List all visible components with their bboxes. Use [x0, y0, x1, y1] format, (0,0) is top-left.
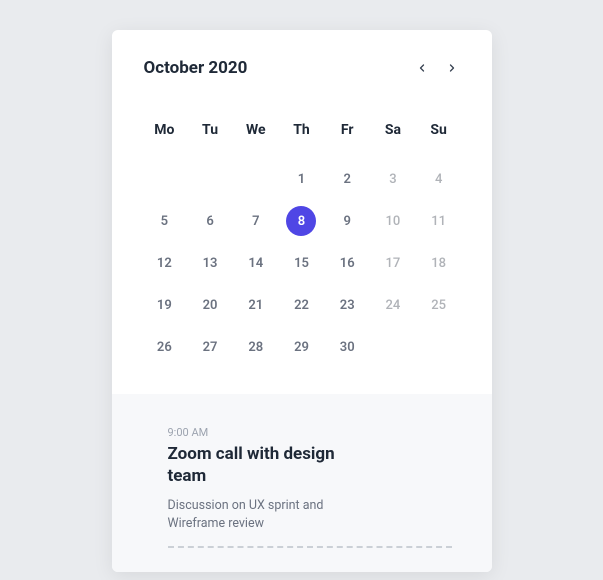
day-cell[interactable]: 3	[372, 164, 414, 194]
day-cell[interactable]: 5	[144, 206, 186, 236]
prev-month-button[interactable]	[416, 61, 428, 75]
day-cell[interactable]: 12	[144, 248, 186, 278]
day-cell[interactable]: 4	[418, 164, 460, 194]
day-of-week-label: Fr	[326, 122, 368, 138]
week-row: 1234	[144, 164, 460, 194]
calendar-grid: MoTuWeThFrSaSu 1234567891011121314151617…	[112, 78, 492, 394]
event-title: Zoom call with design team	[168, 443, 378, 487]
chevron-left-icon	[416, 61, 428, 75]
day-of-week-label: We	[235, 122, 277, 138]
day-cell[interactable]: 8	[286, 206, 316, 236]
day-cell[interactable]: 21	[235, 290, 277, 320]
day-of-week-row: MoTuWeThFrSaSu	[144, 122, 460, 138]
weeks-container: 1234567891011121314151617181920212223242…	[144, 164, 460, 362]
event-time: 9:00 AM	[168, 426, 452, 439]
day-of-week-label: Su	[418, 122, 460, 138]
day-cell[interactable]: 17	[372, 248, 414, 278]
week-row: 2627282930	[144, 332, 460, 362]
day-cell[interactable]: 26	[144, 332, 186, 362]
day-cell[interactable]: 24	[372, 290, 414, 320]
day-cell[interactable]: 29	[281, 332, 323, 362]
day-cell	[144, 164, 186, 194]
month-nav	[416, 61, 460, 75]
next-month-button[interactable]	[446, 61, 458, 75]
week-row: 19202122232425	[144, 290, 460, 320]
day-cell[interactable]: 11	[418, 206, 460, 236]
day-cell[interactable]: 16	[326, 248, 368, 278]
day-cell[interactable]: 18	[418, 248, 460, 278]
day-cell	[189, 164, 231, 194]
day-cell	[372, 332, 414, 362]
day-cell[interactable]: 20	[189, 290, 231, 320]
day-of-week-label: Tu	[189, 122, 231, 138]
week-row: 12131415161718	[144, 248, 460, 278]
week-row: 567891011	[144, 206, 460, 236]
month-year-title: October 2020	[144, 58, 248, 78]
chevron-right-icon	[446, 61, 458, 75]
day-cell[interactable]: 15	[281, 248, 323, 278]
day-cell	[235, 164, 277, 194]
day-cell	[418, 332, 460, 362]
day-cell[interactable]: 28	[235, 332, 277, 362]
day-cell[interactable]: 23	[326, 290, 368, 320]
day-cell[interactable]: 7	[235, 206, 277, 236]
calendar-card: October 2020 MoTuWeThFrSaSu 123456789101…	[112, 30, 492, 572]
day-cell[interactable]: 27	[189, 332, 231, 362]
day-cell[interactable]: 25	[418, 290, 460, 320]
day-cell[interactable]: 1	[281, 164, 323, 194]
day-cell[interactable]: 22	[281, 290, 323, 320]
day-cell[interactable]: 19	[144, 290, 186, 320]
day-cell[interactable]: 10	[372, 206, 414, 236]
day-cell[interactable]: 9	[326, 206, 368, 236]
day-of-week-label: Th	[281, 122, 323, 138]
day-cell[interactable]: 30	[326, 332, 368, 362]
calendar-header: October 2020	[112, 30, 492, 78]
day-cell[interactable]: 2	[326, 164, 368, 194]
day-of-week-label: Mo	[144, 122, 186, 138]
events-panel: 9:00 AM Zoom call with design team Discu…	[112, 394, 492, 572]
day-of-week-label: Sa	[372, 122, 414, 138]
event-description: Discussion on UX sprint and Wireframe re…	[168, 497, 378, 532]
day-cell[interactable]: 13	[189, 248, 231, 278]
day-cell[interactable]: 14	[235, 248, 277, 278]
day-cell[interactable]: 6	[189, 206, 231, 236]
event-divider	[168, 546, 452, 548]
